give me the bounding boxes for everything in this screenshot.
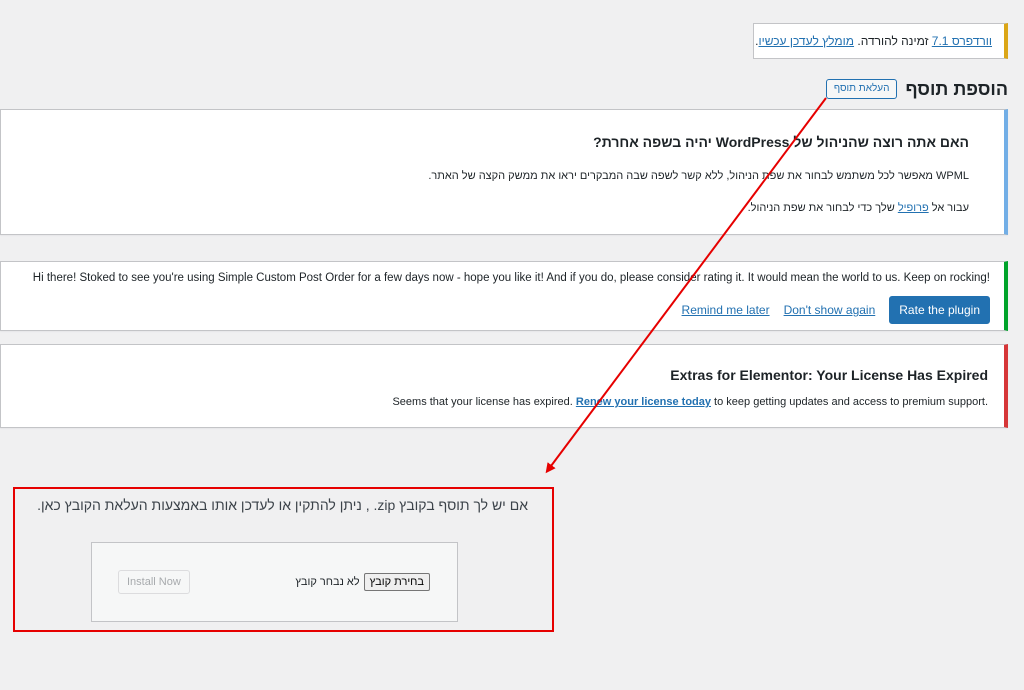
file-input[interactable]: בחירת קובץ לא נבחר קובץ bbox=[295, 573, 430, 591]
update-available-text: זמינה להורדה. bbox=[854, 34, 932, 48]
wordpress-version-link[interactable]: וורדפרס 7.1 bbox=[932, 34, 992, 48]
dont-show-again-link[interactable]: Don't show again bbox=[784, 303, 876, 317]
wpml-language-notice: האם אתה רוצה שהניהול של WordPress יהיה ב… bbox=[0, 109, 1008, 235]
upload-plugin-section: אם יש לך תוסף בקובץ zip. , ניתן להתקין א… bbox=[13, 487, 554, 632]
remind-me-later-link[interactable]: Remind me later bbox=[682, 303, 770, 317]
wpml-notice-body: WPML מאפשר לכל משתמש לבחור את שפת הניהול… bbox=[428, 170, 969, 182]
license-notice-title: Extras for Elementor: Your License Has E… bbox=[670, 367, 988, 383]
wpml-notice-title: האם אתה רוצה שהניהול של WordPress יהיה ב… bbox=[593, 134, 969, 150]
no-file-chosen-label: לא נבחר קובץ bbox=[295, 576, 360, 588]
upload-form-box: בחירת קובץ לא נבחר קובץ Install Now bbox=[91, 542, 458, 622]
scpo-notice-actions: Rate the plugin Don't show again Remind … bbox=[15, 296, 990, 324]
license-body-prefix: Seems that your license has expired. bbox=[392, 396, 576, 408]
page-header: הוספת תוסף העלאת תוסף bbox=[825, 76, 1008, 102]
renew-license-link[interactable]: Renew your license today bbox=[576, 396, 711, 408]
scpo-rating-notice: Hi there! Stoked to see you're using Sim… bbox=[0, 261, 1008, 331]
update-nag: וורדפרס 7.1 זמינה להורדה. מומלץ לעדכן עכ… bbox=[753, 23, 1008, 59]
rate-plugin-button[interactable]: Rate the plugin bbox=[889, 296, 990, 324]
wpml-profile-prefix: עבור אל bbox=[928, 202, 969, 214]
choose-file-button[interactable]: בחירת קובץ bbox=[363, 573, 430, 591]
wpml-profile-suffix: שלך כדי לבחור את שפת הניהול. bbox=[747, 202, 898, 214]
profile-link[interactable]: פרופיל bbox=[898, 202, 929, 214]
license-expired-notice: Extras for Elementor: Your License Has E… bbox=[0, 344, 1008, 428]
scpo-notice-message: Hi there! Stoked to see you're using Sim… bbox=[32, 272, 990, 284]
wpml-profile-line: עבור אל פרופיל שלך כדי לבחור את שפת הניה… bbox=[21, 202, 969, 214]
upload-description: אם יש לך תוסף בקובץ zip. , ניתן להתקין א… bbox=[37, 497, 528, 513]
license-body-suffix: to keep getting updates and access to pr… bbox=[711, 396, 988, 408]
upload-plugin-button[interactable]: העלאת תוסף bbox=[825, 79, 898, 99]
update-now-link[interactable]: מומלץ לעדכן עכשיו bbox=[759, 34, 855, 48]
license-notice-body: Seems that your license has expired. Ren… bbox=[17, 396, 988, 408]
install-now-button[interactable]: Install Now bbox=[118, 570, 190, 594]
page-title: הוספת תוסף bbox=[905, 78, 1008, 99]
